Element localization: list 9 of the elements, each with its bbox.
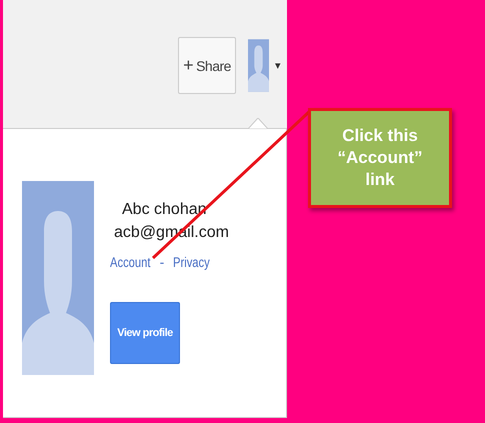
account-link[interactable]: Privacy	[173, 254, 210, 270]
share-button[interactable]: + Share	[178, 37, 236, 94]
account-button[interactable]	[248, 37, 269, 94]
caret-icon[interactable]: ▾	[275, 59, 281, 72]
link-separator: -	[160, 254, 164, 270]
account-link[interactable]: Account	[110, 254, 150, 270]
view-profile-button[interactable]: View profile	[110, 302, 180, 364]
callout-note: Click this “Account” link	[308, 108, 452, 208]
user-name: Abc chohan	[122, 201, 207, 219]
